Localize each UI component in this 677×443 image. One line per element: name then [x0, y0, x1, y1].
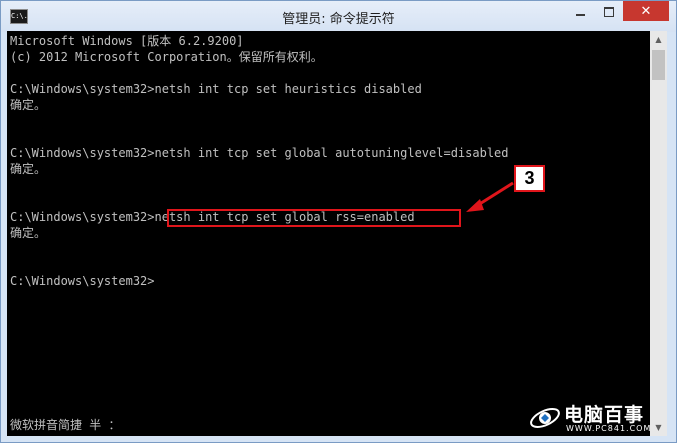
console-line: 确定。	[10, 98, 47, 112]
console-line: Microsoft Windows [版本 6.2.9200]	[10, 34, 244, 48]
console-line: (c) 2012 Microsoft Corporation。保留所有权利。	[10, 50, 323, 64]
scroll-thumb[interactable]	[652, 50, 665, 80]
close-button[interactable]: ✕	[623, 1, 669, 21]
console-output[interactable]: Microsoft Windows [版本 6.2.9200] (c) 2012…	[7, 31, 650, 436]
title-bar[interactable]: C:\. 管理员: 命令提示符 ✕	[1, 1, 676, 32]
maximize-icon	[603, 7, 614, 17]
step-badge: 3	[514, 165, 545, 192]
watermark-logo-icon	[530, 408, 560, 428]
minimize-button[interactable]	[568, 2, 593, 22]
ime-status: 微软拼音简捷 半 ：	[10, 418, 121, 432]
vertical-scrollbar[interactable]: ▲ ▼	[650, 31, 667, 436]
arrow-up-icon: ▲	[655, 35, 662, 44]
console-line: 确定。	[10, 162, 47, 176]
console-line: C:\Windows\system32>netsh int tcp set gl…	[10, 146, 509, 160]
close-icon: ✕	[640, 3, 652, 19]
watermark-url: WWW.PC841.COM	[566, 424, 652, 433]
scroll-up-button[interactable]: ▲	[650, 31, 667, 48]
highlight-box	[167, 209, 461, 227]
minimize-icon	[576, 14, 585, 16]
maximize-button[interactable]	[596, 2, 621, 22]
console-line: C:\Windows\system32>netsh int tcp set he…	[10, 82, 422, 96]
watermark: 电脑百事 WWW.PC841.COM	[528, 400, 668, 436]
watermark-text: 电脑百事	[564, 404, 645, 426]
console-prompt-line: C:\Windows\system32>	[10, 274, 155, 288]
console-line: 确定。	[10, 226, 47, 240]
